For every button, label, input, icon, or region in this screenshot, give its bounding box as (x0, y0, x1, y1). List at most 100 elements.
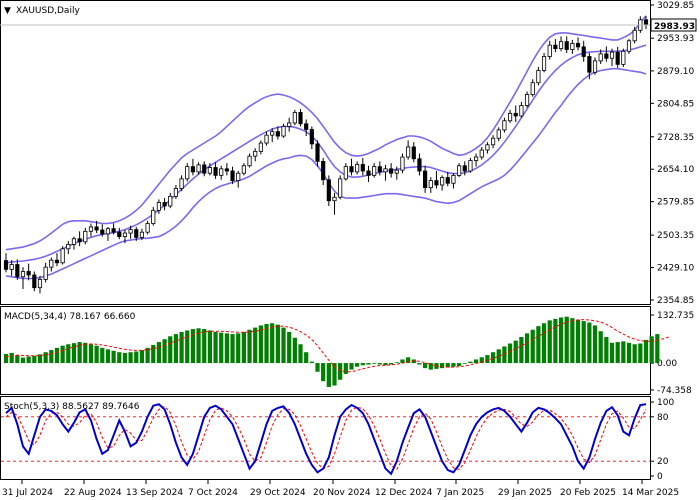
macd-bar (134, 351, 139, 364)
macd-bar (547, 320, 552, 364)
macd-bar (219, 332, 224, 364)
macd-bar (355, 363, 360, 367)
time-tick-label: 7 Jan 2025 (436, 488, 484, 498)
stoch-tick-label: 20 (657, 457, 669, 467)
macd-bar (496, 349, 501, 364)
candle-body (128, 229, 133, 234)
candle-body (507, 112, 513, 122)
candle-body (253, 150, 258, 157)
macd-bar (462, 363, 467, 364)
macd-bar (575, 319, 581, 364)
macd-bar (304, 352, 309, 364)
macd-bar (258, 325, 263, 364)
macd-bar (377, 363, 382, 365)
macd-bar (247, 329, 252, 364)
candle-body (105, 228, 111, 235)
candle-body (479, 149, 484, 158)
macd-bar (66, 344, 71, 364)
candle-body (377, 166, 382, 173)
candle-body (643, 19, 649, 26)
candle-body (530, 82, 535, 95)
macd-bar (326, 363, 331, 387)
svg-text:2983.93: 2983.93 (654, 22, 695, 32)
candle-body (236, 172, 241, 182)
macd-tick-label: -74.358 (657, 386, 692, 396)
candle-body (434, 180, 439, 186)
candle-body (258, 142, 263, 152)
candle-body (332, 196, 337, 202)
macd-bar (224, 333, 229, 364)
price-pane: 3029.85 2953.93 2879.10 2804.85 2728.35 2654.… (0, 0, 697, 306)
candle-body (462, 165, 467, 172)
candle-body (20, 271, 26, 278)
macd-bar (117, 352, 122, 364)
time-tick-label: 31 Jul 2024 (2, 488, 53, 498)
stoch-pane: 100 80 20 0 Stoch(5,3,3) 88.5627 89.7646 (0, 396, 674, 482)
macd-bar (3, 354, 9, 364)
candle-body (3, 260, 9, 270)
macd-bar (513, 340, 518, 364)
macd-bar (536, 326, 541, 364)
macd-bar (406, 357, 411, 364)
time-tick-label: 29 Jan 2025 (498, 488, 552, 498)
macd-bar (241, 331, 246, 364)
macd-bar (349, 363, 354, 370)
time-tick-label: 29 Oct 2024 (250, 488, 306, 498)
candle-body (117, 231, 122, 237)
time-tick-label: 13 Sep 2024 (126, 488, 183, 498)
macd-tick-label: 0.00 (657, 359, 677, 369)
candle (338, 175, 343, 200)
price-tag: 2983.93 (650, 18, 697, 32)
time-tick-label: 12 Dec 2024 (375, 488, 433, 498)
candle-body (632, 29, 637, 42)
price-tick-label: 2728.35 (657, 133, 694, 143)
candle (626, 39, 632, 54)
macd-bar (570, 318, 575, 364)
macd-bar (281, 327, 286, 364)
candle-body (213, 167, 218, 176)
macd-bar (507, 343, 513, 364)
candle-body (485, 144, 490, 151)
macd-bar (230, 334, 235, 364)
candle-body (43, 266, 48, 280)
macd-bar (468, 361, 473, 364)
macd-bar (485, 355, 490, 364)
macd-bar (541, 323, 547, 364)
candle-body (173, 188, 178, 197)
collapse-arrow[interactable]: ▼ (4, 6, 11, 16)
candle (468, 157, 473, 173)
candle-body (179, 178, 184, 189)
macd-bar (609, 342, 615, 364)
macd-bar (15, 355, 20, 364)
candle (292, 109, 297, 126)
macd-bar (111, 350, 116, 364)
candle-body (558, 41, 564, 50)
macd-bar (264, 323, 269, 364)
candle-body (94, 226, 99, 231)
macd-bar (128, 352, 133, 364)
candle-body (54, 259, 60, 264)
macd-bar (502, 346, 507, 364)
candle-body (162, 202, 167, 207)
candle-body (355, 164, 360, 173)
macd-bar (54, 347, 60, 364)
macd-bar (168, 336, 173, 364)
trading-chart: 3029.85 2953.93 2879.10 2804.85 2728.35 2654.… (0, 0, 700, 500)
price-tick-label: 2879.10 (657, 67, 694, 77)
candle-body (196, 164, 201, 173)
candle-body (581, 46, 586, 57)
candle-body (71, 238, 77, 245)
macd-bar (83, 342, 88, 364)
candle-body (49, 259, 54, 268)
stoch-tick-label: 100 (657, 398, 674, 408)
macd-bar (592, 325, 598, 364)
macd-bar (185, 330, 190, 364)
macd-bar (94, 345, 99, 364)
macd-bar (366, 363, 371, 365)
macd-bar (428, 363, 433, 370)
macd-bar (26, 356, 31, 364)
candle-body (326, 179, 331, 202)
macd-bar (315, 363, 320, 372)
candle-body (389, 168, 394, 174)
macd-bar (298, 344, 303, 364)
